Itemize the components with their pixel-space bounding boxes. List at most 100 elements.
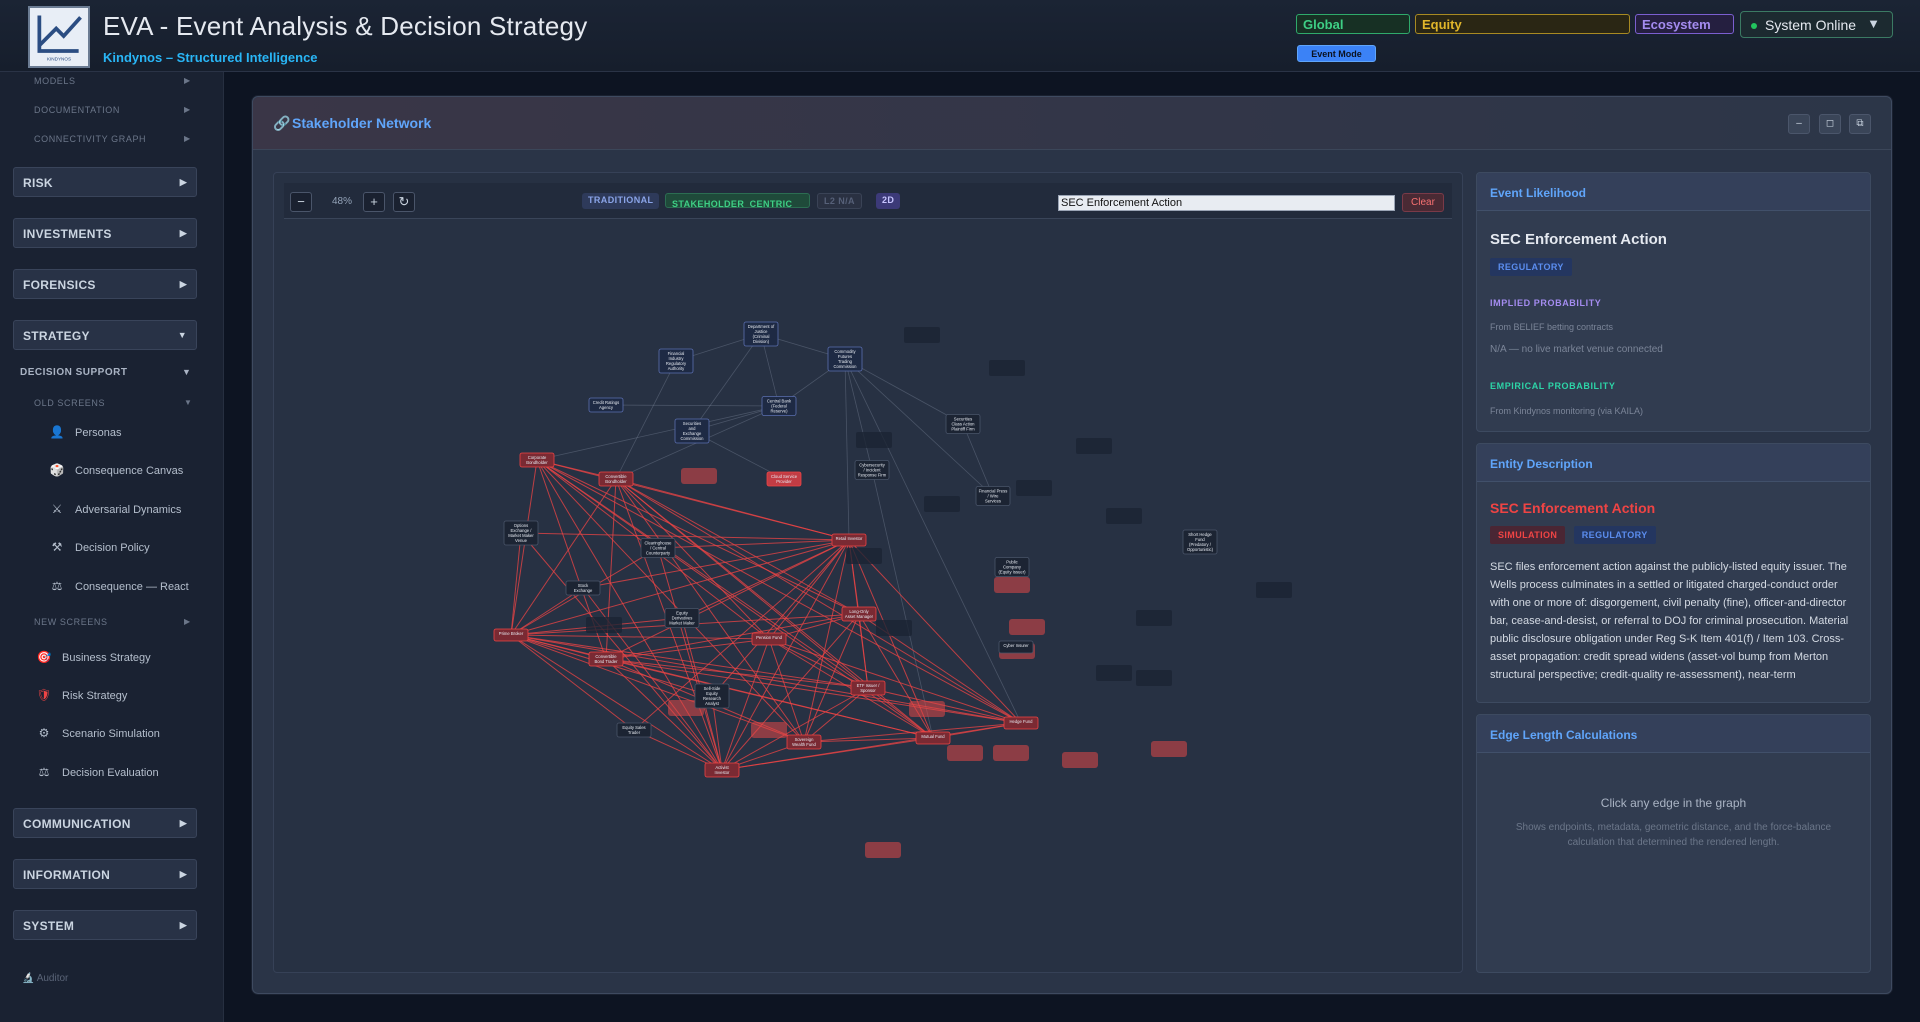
- graph-edge[interactable]: [768, 539, 850, 640]
- maximize-button[interactable]: ◻: [1819, 114, 1841, 134]
- graph-edge[interactable]: [510, 478, 617, 636]
- entity-description-body[interactable]: SEC Enforcement Action SIMULATION REGULA…: [1477, 482, 1870, 702]
- graph-edge[interactable]: [962, 423, 994, 497]
- graph-node-blob[interactable]: [947, 745, 983, 761]
- graph-node-cbt[interactable]: ConvertibleBond Trader: [588, 651, 624, 667]
- graph-node-hidden[interactable]: [876, 620, 912, 636]
- graph-node-blob[interactable]: [751, 722, 787, 738]
- graph-node-hidden[interactable]: [1106, 508, 1142, 524]
- graph-node-etf[interactable]: ETF Issuer /Sponsor: [850, 680, 886, 696]
- graph-node-blob[interactable]: [865, 842, 901, 858]
- graph-node-sx[interactable]: StockExchange: [565, 580, 601, 596]
- graph-node-edmm[interactable]: EquityDerivativesMarket Maker: [664, 608, 700, 628]
- graph-node-hidden[interactable]: [1256, 582, 1292, 598]
- graph-node-blob[interactable]: [993, 745, 1029, 761]
- graph-edge[interactable]: [691, 333, 762, 432]
- graph-node-sec[interactable]: SecuritiesandExchangeCommission: [674, 418, 710, 444]
- graph-edge[interactable]: [582, 539, 850, 589]
- graph-node-lopm[interactable]: Long-OnlyAsset Manager: [841, 606, 877, 622]
- sidebar-footer-auditor[interactable]: 🔬 Auditor: [22, 973, 68, 984]
- graph-node-blob[interactable]: [909, 701, 945, 717]
- sidebar-item-adversarial-dynamics[interactable]: ⚔ Adversarial Dynamics: [52, 502, 182, 516]
- graph-node-blob[interactable]: [681, 468, 717, 484]
- network-graph[interactable]: − 48% + ↻ TRADITIONAL STAKEHOLDER_CENTRI…: [273, 172, 1463, 973]
- sidebar-old-screens[interactable]: OLD SCREENS ▼: [34, 398, 192, 408]
- graph-node-mf[interactable]: Mutual Fund: [915, 731, 951, 745]
- graph-node-cra[interactable]: Credit RatingsAgency: [588, 397, 624, 413]
- graph-edge[interactable]: [582, 587, 723, 771]
- graph-edge[interactable]: [605, 613, 860, 660]
- graph-edge[interactable]: [536, 459, 805, 743]
- graph-node-ci[interactable]: Cyber Insurer: [998, 640, 1034, 654]
- graph-node-hidden[interactable]: [1136, 610, 1172, 626]
- graph-node-convbh[interactable]: ConvertibleBondholder: [598, 471, 634, 487]
- sidebar-section-system[interactable]: SYSTEM ▶: [13, 910, 197, 940]
- sidebar-section-forensics[interactable]: FORENSICS ▶: [13, 269, 197, 299]
- graph-node-sfhf[interactable]: Short HedgeFund(Predatory /Opportunistic…: [1182, 529, 1218, 555]
- network-canvas[interactable]: Department ofJustice(CriminalDivision) Fi…: [274, 173, 1463, 973]
- scope-ecosystem-tag[interactable]: Ecosystem: [1635, 14, 1734, 34]
- sidebar-new-screens[interactable]: NEW SCREENS ▶: [34, 617, 190, 627]
- graph-edge[interactable]: [615, 360, 677, 480]
- graph-edge[interactable]: [633, 539, 850, 731]
- sidebar-item-scenario-simulation[interactable]: ⚙ Scenario Simulation: [39, 726, 160, 740]
- graph-node-blob[interactable]: [1009, 619, 1045, 635]
- graph-node-hidden[interactable]: [846, 548, 882, 564]
- graph-node-hidden[interactable]: [1016, 480, 1052, 496]
- graph-node-scapf[interactable]: SecuritiesClass ActionPlaintiff Firm: [945, 414, 981, 434]
- graph-node-blob[interactable]: [994, 577, 1030, 593]
- sidebar-section-information[interactable]: INFORMATION ▶: [13, 859, 197, 889]
- graph-edge[interactable]: [615, 478, 850, 541]
- graph-edge[interactable]: [844, 358, 964, 425]
- graph-edge[interactable]: [605, 658, 723, 771]
- sidebar-item-decision-policy[interactable]: ⚒ Decision Policy: [52, 540, 150, 554]
- graph-edge[interactable]: [510, 634, 635, 731]
- graph-node-ccp[interactable]: Clearinghouse/ CentralCounterparty: [640, 538, 676, 558]
- graph-node-blob[interactable]: [1151, 741, 1187, 757]
- graph-node-hidden[interactable]: [856, 432, 892, 448]
- sidebar-item-risk-strategy[interactable]: 🛡 Risk Strategy: [36, 688, 127, 702]
- graph-node-oemm[interactable]: OptionsExchange /Market MakerVenue: [503, 520, 539, 546]
- graph-edge[interactable]: [721, 687, 869, 771]
- sidebar-item-personas[interactable]: 👤 Personas: [50, 425, 122, 439]
- graph-node-corpbh[interactable]: CorporateBondholder: [519, 452, 555, 468]
- graph-edge[interactable]: [844, 358, 850, 541]
- sidebar-section-communication[interactable]: COMMUNICATION ▶: [13, 808, 197, 838]
- graph-edge[interactable]: [844, 358, 873, 471]
- graph-node-cftc[interactable]: CommodityFuturesTradingCommission: [827, 346, 863, 372]
- graph-node-hidden[interactable]: [904, 327, 940, 343]
- sidebar-section-strategy[interactable]: STRATEGY ▼: [13, 320, 197, 350]
- graph-node-hidden[interactable]: [586, 617, 622, 633]
- graph-node-hidden[interactable]: [1096, 665, 1132, 681]
- graph-node-hidden[interactable]: [924, 496, 960, 512]
- graph-node-hidden[interactable]: [1136, 670, 1172, 686]
- scope-equity-tag[interactable]: Equity: [1415, 14, 1630, 34]
- graph-node-hidden[interactable]: [989, 360, 1025, 376]
- graph-node-doj[interactable]: Department ofJustice(CriminalDivision): [743, 321, 779, 347]
- graph-edge[interactable]: [615, 478, 1022, 724]
- graph-edge[interactable]: [803, 613, 860, 743]
- graph-node-finra[interactable]: FinancialIndustryRegulatoryAuthority: [658, 348, 694, 374]
- graph-node-swf[interactable]: SovereignWealth Fund: [786, 734, 822, 750]
- popout-button[interactable]: ⧉: [1849, 114, 1871, 134]
- graph-node-fpws[interactable]: Financial Press/ WireServices: [975, 486, 1011, 506]
- graph-node-pci[interactable]: PublicCompany(Equity Issuer): [994, 557, 1030, 577]
- sidebar-item-business-strategy[interactable]: 🎯 Business Strategy: [37, 650, 151, 664]
- graph-node-pb[interactable]: Prime Broker: [493, 628, 529, 642]
- graph-node-est[interactable]: Equity SalesTrader: [616, 722, 652, 738]
- sidebar-decision-support[interactable]: DECISION SUPPORT ▼: [20, 367, 191, 378]
- sidebar-item-decision-evaluation[interactable]: ⚖ Decision Evaluation: [39, 765, 159, 779]
- event-mode-button[interactable]: Event Mode: [1297, 45, 1376, 62]
- graph-node-hf[interactable]: Hedge Fund: [1003, 716, 1039, 730]
- graph-node-ai[interactable]: ActivistInvestor: [704, 762, 740, 778]
- graph-node-retail[interactable]: Retail Investor: [831, 533, 867, 547]
- sidebar-section-investments[interactable]: INVESTMENTS ▶: [13, 218, 197, 248]
- system-status-dropdown[interactable]: System Online ▼: [1740, 11, 1893, 38]
- graph-node-hidden[interactable]: [1076, 438, 1112, 454]
- sidebar-item-documentation[interactable]: DOCUMENTATION ▶: [34, 105, 190, 115]
- sidebar-section-risk[interactable]: RISK ▶: [13, 167, 197, 197]
- graph-node-cb[interactable]: Central Bank(FederalReserve): [761, 396, 797, 416]
- graph-edge[interactable]: [803, 687, 869, 743]
- scope-global-tag[interactable]: Global: [1296, 14, 1410, 34]
- graph-edge[interactable]: [520, 532, 850, 541]
